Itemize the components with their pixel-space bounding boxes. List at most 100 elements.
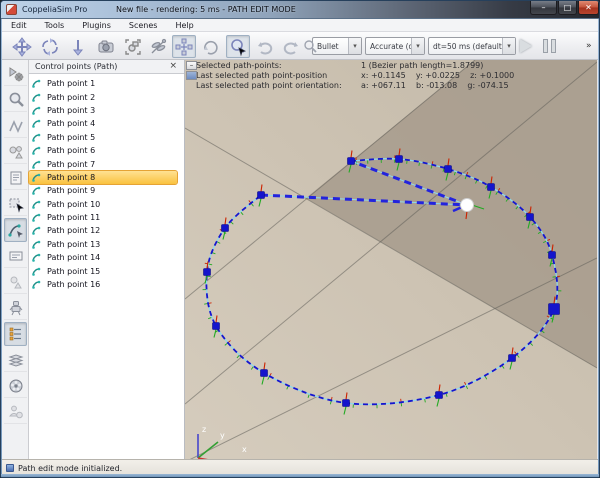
control-point[interactable] <box>445 166 452 173</box>
joint-tool-icon[interactable] <box>4 114 27 138</box>
video-recorder-icon[interactable] <box>4 374 27 398</box>
list-item-path-point-15[interactable]: Path point 15 <box>29 264 184 277</box>
control-point[interactable] <box>204 269 211 276</box>
close-icon[interactable]: × <box>169 61 177 71</box>
hierarchy-icon[interactable] <box>4 322 27 346</box>
list-item-path-point-1[interactable]: Path point 1 <box>29 77 184 90</box>
control-point[interactable] <box>258 192 265 199</box>
camera-zoom-icon[interactable] <box>66 35 90 58</box>
control-point[interactable] <box>343 400 350 407</box>
menu-item-tools[interactable]: Tools <box>36 21 74 30</box>
list-item-path-point-14[interactable]: Path point 14 <box>29 251 184 264</box>
minimize-button[interactable]: – <box>530 1 557 15</box>
path-point-icon <box>32 133 44 142</box>
shape-edit-icon[interactable] <box>4 270 27 294</box>
maximize-button[interactable]: □ <box>558 1 577 15</box>
object-shift-icon[interactable] <box>172 35 196 58</box>
path-edit-icon[interactable] <box>4 218 27 242</box>
list-item-path-point-5[interactable]: Path point 5 <box>29 131 184 144</box>
camera-shift-icon[interactable] <box>94 35 118 58</box>
path-point-icon <box>32 186 44 195</box>
fit-to-view-icon[interactable] <box>121 35 145 58</box>
path-point-icon <box>32 79 44 88</box>
control-point[interactable] <box>436 392 443 399</box>
accuracy-value: Accurate (default) <box>366 42 411 51</box>
fly-mode-icon[interactable] <box>146 35 170 58</box>
list-item-label: Path point 15 <box>47 267 100 276</box>
overlay-label: Last selected path point-position <box>196 71 361 81</box>
undo-icon[interactable] <box>253 35 277 58</box>
control-point[interactable] <box>549 304 560 315</box>
overlay-value: 1 (Bezier path length=1.8799) <box>361 61 483 71</box>
scene-viewport[interactable]: zyx Selected path-points:1 (Bezier path … <box>185 60 597 459</box>
list-item-path-point-10[interactable]: Path point 10 <box>29 198 184 211</box>
path-point-icon <box>32 173 44 182</box>
path-point-icon <box>32 200 44 209</box>
layers-icon[interactable] <box>4 348 27 372</box>
timestep-dropdown[interactable]: dt=50 ms (default) ▾ <box>428 37 516 55</box>
simulation-settings-icon[interactable] <box>4 62 27 86</box>
list-item-path-point-7[interactable]: Path point 7 <box>29 157 184 170</box>
camera-rotate-icon[interactable] <box>38 35 62 58</box>
user-settings-icon[interactable] <box>4 400 27 424</box>
list-item-path-point-13[interactable]: Path point 13 <box>29 238 184 251</box>
scene-scaling-icon[interactable] <box>298 35 322 58</box>
list-item-label: Path point 1 <box>47 79 95 88</box>
list-item-path-point-4[interactable]: Path point 4 <box>29 117 184 130</box>
control-point[interactable] <box>549 252 556 259</box>
control-point[interactable] <box>222 225 229 232</box>
menu-item-help[interactable]: Help <box>166 21 202 30</box>
list-item-path-point-11[interactable]: Path point 11 <box>29 211 184 224</box>
close-button[interactable]: ✕ <box>578 1 599 15</box>
window-frame <box>1 19 2 477</box>
control-point[interactable] <box>509 355 516 362</box>
control-point[interactable] <box>213 323 220 330</box>
list-item-label: Path point 3 <box>47 106 95 115</box>
overlay-label: Selected path-points: <box>196 61 361 71</box>
chevron-down-icon[interactable]: ▾ <box>502 38 515 54</box>
list-item-label: Path point 8 <box>47 173 95 182</box>
menu-item-plugins[interactable]: Plugins <box>73 21 120 30</box>
view-shrink-button[interactable]: – <box>186 61 197 70</box>
list-item-label: Path point 4 <box>47 119 95 128</box>
camera-pan-icon[interactable] <box>10 35 34 58</box>
play-button[interactable] <box>520 39 532 53</box>
path-point-icon <box>32 160 44 169</box>
control-point[interactable] <box>527 214 534 221</box>
overlay-value: a: +067.11 b: -013.08 g: -074.15 <box>361 81 509 91</box>
list-item-label: Path point 9 <box>47 186 95 195</box>
accuracy-dropdown[interactable]: Accurate (default) ▾ <box>365 37 425 55</box>
selection-icon[interactable] <box>226 35 250 58</box>
control-point[interactable] <box>261 370 268 377</box>
title-bar[interactable]: CoppeliaSim Pro New file - rendering: 5 … <box>1 1 600 19</box>
panel-header: Control points (Path) × <box>29 60 184 74</box>
menu-item-edit[interactable]: Edit <box>2 21 36 30</box>
chevron-down-icon[interactable]: ▾ <box>348 38 361 54</box>
list-item-path-point-6[interactable]: Path point 6 <box>29 144 184 157</box>
model-browser-icon[interactable] <box>4 296 27 320</box>
box-selection-icon[interactable] <box>4 192 27 216</box>
control-point[interactable] <box>348 158 355 165</box>
shape-grouping-icon[interactable] <box>4 140 27 164</box>
script-icon[interactable] <box>4 166 27 190</box>
text-edit-icon[interactable] <box>4 244 27 268</box>
page-selector-button[interactable] <box>186 71 197 80</box>
list-item-path-point-12[interactable]: Path point 12 <box>29 224 184 237</box>
toolbar-overflow-chevron[interactable]: » <box>586 41 592 51</box>
list-item-path-point-16[interactable]: Path point 16 <box>29 278 184 291</box>
control-point[interactable] <box>396 156 403 163</box>
list-item-path-point-8[interactable]: Path point 8 <box>29 171 177 184</box>
selected-path-point[interactable] <box>461 199 474 212</box>
list-item-path-point-9[interactable]: Path point 9 <box>29 184 184 197</box>
object-rotate-icon[interactable] <box>199 35 223 58</box>
list-item-label: Path point 11 <box>47 213 100 222</box>
control-point[interactable] <box>488 184 495 191</box>
object-zoom-icon[interactable] <box>4 88 27 112</box>
scene-3d-render[interactable]: zyx <box>185 60 597 459</box>
pause-button[interactable] <box>543 39 558 53</box>
list-item-path-point-3[interactable]: Path point 3 <box>29 104 184 117</box>
chevron-down-icon[interactable]: ▾ <box>411 38 424 54</box>
menu-item-scenes[interactable]: Scenes <box>120 21 167 30</box>
overlay-value: x: +0.1145 y: +0.0225 z: +0.1000 <box>361 71 514 81</box>
list-item-path-point-2[interactable]: Path point 2 <box>29 90 184 103</box>
